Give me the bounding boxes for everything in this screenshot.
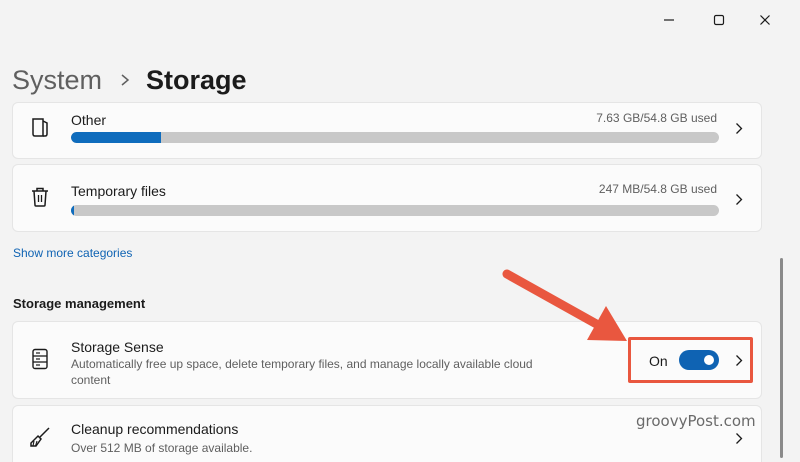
storage-sense-description-cont: content: [71, 373, 111, 387]
document-icon: [29, 116, 51, 138]
chevron-right-icon: [120, 73, 130, 87]
breadcrumb-system[interactable]: System: [12, 65, 102, 96]
storage-management-heading: Storage management: [13, 296, 146, 311]
category-usage: 7.63 GB/54.8 GB used: [596, 111, 717, 125]
close-icon[interactable]: [750, 8, 780, 32]
settings-window: System Storage Other 7.63 GB/54.8 GB use…: [0, 0, 800, 462]
watermark: groovyPost.com: [636, 412, 756, 430]
drive-icon: [29, 348, 51, 370]
scrollbar[interactable]: [780, 258, 783, 458]
chevron-right-icon: [731, 120, 747, 136]
page-title: Storage: [146, 64, 247, 95]
category-name: Other: [71, 112, 107, 128]
usage-bar: [71, 132, 719, 143]
cleanup-title: Cleanup recommendations: [71, 421, 239, 437]
storage-sense-title: Storage Sense: [71, 339, 164, 355]
cleanup-description: Over 512 MB of storage available.: [71, 441, 253, 455]
category-usage: 247 MB/54.8 GB used: [598, 182, 717, 196]
usage-bar-fill: [71, 205, 75, 216]
broom-icon: [29, 426, 51, 448]
category-temporary-files[interactable]: Temporary files 247 MB/54.8 GB used: [12, 164, 762, 232]
chevron-right-icon: [731, 430, 747, 446]
category-name: Temporary files: [71, 183, 166, 199]
usage-bar-fill: [71, 132, 162, 143]
chevron-right-icon: [731, 191, 747, 207]
maximize-icon[interactable]: [704, 8, 734, 32]
show-more-categories-link[interactable]: Show more categories: [13, 246, 132, 260]
highlight-box: [628, 337, 753, 383]
storage-sense-description: Automatically free up space, delete temp…: [71, 357, 533, 371]
minimize-icon[interactable]: [654, 8, 684, 32]
usage-bar: [71, 205, 719, 216]
category-other[interactable]: Other 7.63 GB/54.8 GB used: [12, 102, 762, 159]
trash-icon: [29, 186, 51, 208]
breadcrumb: System Storage: [12, 60, 247, 100]
